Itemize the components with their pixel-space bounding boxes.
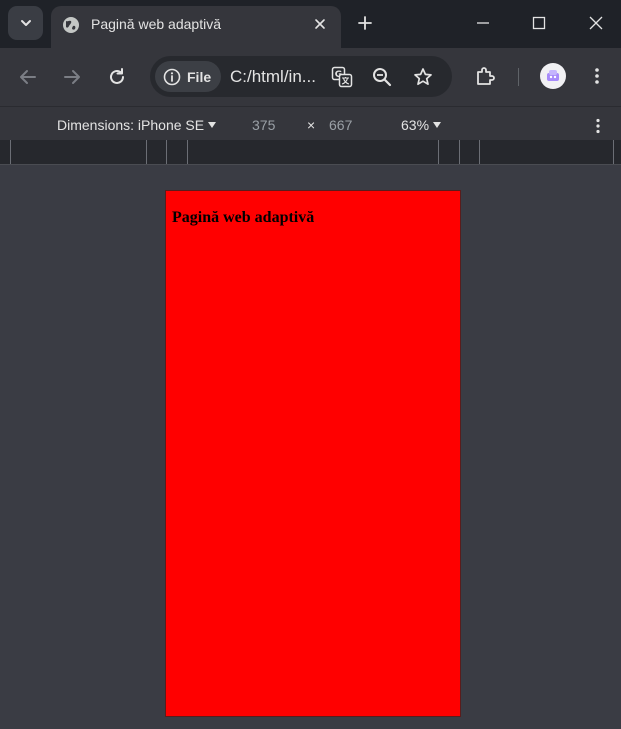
ruler-tick[interactable] — [146, 140, 147, 164]
dimension-times: × — [307, 117, 316, 133]
browser-tab[interactable]: Pagină web adaptivă — [51, 6, 341, 48]
zoom-out-icon — [373, 68, 392, 87]
height-input[interactable]: 667 — [329, 117, 352, 133]
minimize-icon — [477, 22, 489, 24]
reload-icon — [110, 68, 124, 84]
address-bar[interactable]: File C:/html/in... G — [150, 56, 452, 97]
chevron-down-icon — [20, 20, 31, 26]
avatar[interactable] — [540, 63, 566, 89]
caret-down-icon — [433, 122, 442, 128]
arrow-left-icon — [20, 70, 36, 84]
translate-button[interactable]: G — [331, 66, 353, 88]
caret-down-icon — [208, 122, 217, 128]
tab-search-button[interactable] — [8, 6, 43, 40]
ruler-tick[interactable] — [166, 140, 167, 164]
site-info-chip[interactable]: File — [155, 61, 221, 92]
browser-menu-button[interactable] — [587, 66, 607, 86]
profile-icon — [547, 70, 559, 81]
media-query-ruler — [0, 140, 621, 165]
tab-close-button[interactable] — [310, 14, 330, 34]
tab-title: Pagină web adaptivă — [91, 16, 221, 32]
title-bar: Pagină web adaptivă — [0, 0, 621, 48]
ruler-tick[interactable] — [459, 140, 460, 164]
kebab-icon — [596, 118, 600, 134]
ruler-tick[interactable] — [10, 140, 11, 164]
emulated-viewport: Pagină web adaptivă — [165, 190, 461, 717]
toolbar-separator — [518, 68, 519, 86]
maximize-icon — [532, 16, 546, 30]
minimize-button[interactable] — [471, 11, 495, 35]
width-input[interactable]: 375 — [252, 117, 275, 133]
kebab-icon — [595, 68, 599, 84]
ruler-tick[interactable] — [187, 140, 188, 164]
page-heading: Pagină web adaptivă — [172, 209, 315, 226]
arrow-right-icon — [64, 70, 80, 84]
maximize-button[interactable] — [527, 11, 551, 35]
star-icon — [414, 68, 432, 86]
plus-icon — [358, 16, 372, 30]
ruler-tick[interactable] — [438, 140, 439, 164]
reload-button[interactable] — [104, 64, 130, 90]
close-icon — [315, 19, 325, 29]
back-button[interactable] — [15, 64, 41, 90]
device-selector[interactable]: Dimensions: iPhone SE — [57, 117, 217, 133]
new-tab-button[interactable] — [354, 12, 376, 34]
site-info-label: File — [187, 68, 212, 85]
ruler-tick[interactable] — [613, 140, 614, 164]
window-close-button[interactable] — [584, 11, 608, 35]
zoom-button[interactable] — [371, 66, 393, 88]
zoom-label: 63% — [401, 117, 430, 133]
device-label: Dimensions: iPhone SE — [57, 117, 205, 133]
browser-toolbar: File C:/html/in... G — [0, 48, 621, 106]
puzzle-icon[interactable] — [474, 64, 498, 88]
globe-icon — [63, 17, 79, 33]
zoom-selector[interactable]: 63% — [401, 117, 442, 133]
device-toolbar-menu-button[interactable] — [588, 116, 608, 136]
translate-icon: G — [331, 66, 353, 88]
bookmark-button[interactable] — [412, 66, 434, 88]
device-toolbar: Dimensions: iPhone SE 375 × 667 63% — [0, 106, 621, 140]
info-icon — [163, 68, 181, 85]
close-icon — [589, 16, 603, 30]
url-text[interactable]: C:/html/in... — [230, 67, 316, 87]
forward-button[interactable] — [59, 64, 85, 90]
ruler-tick[interactable] — [479, 140, 480, 164]
